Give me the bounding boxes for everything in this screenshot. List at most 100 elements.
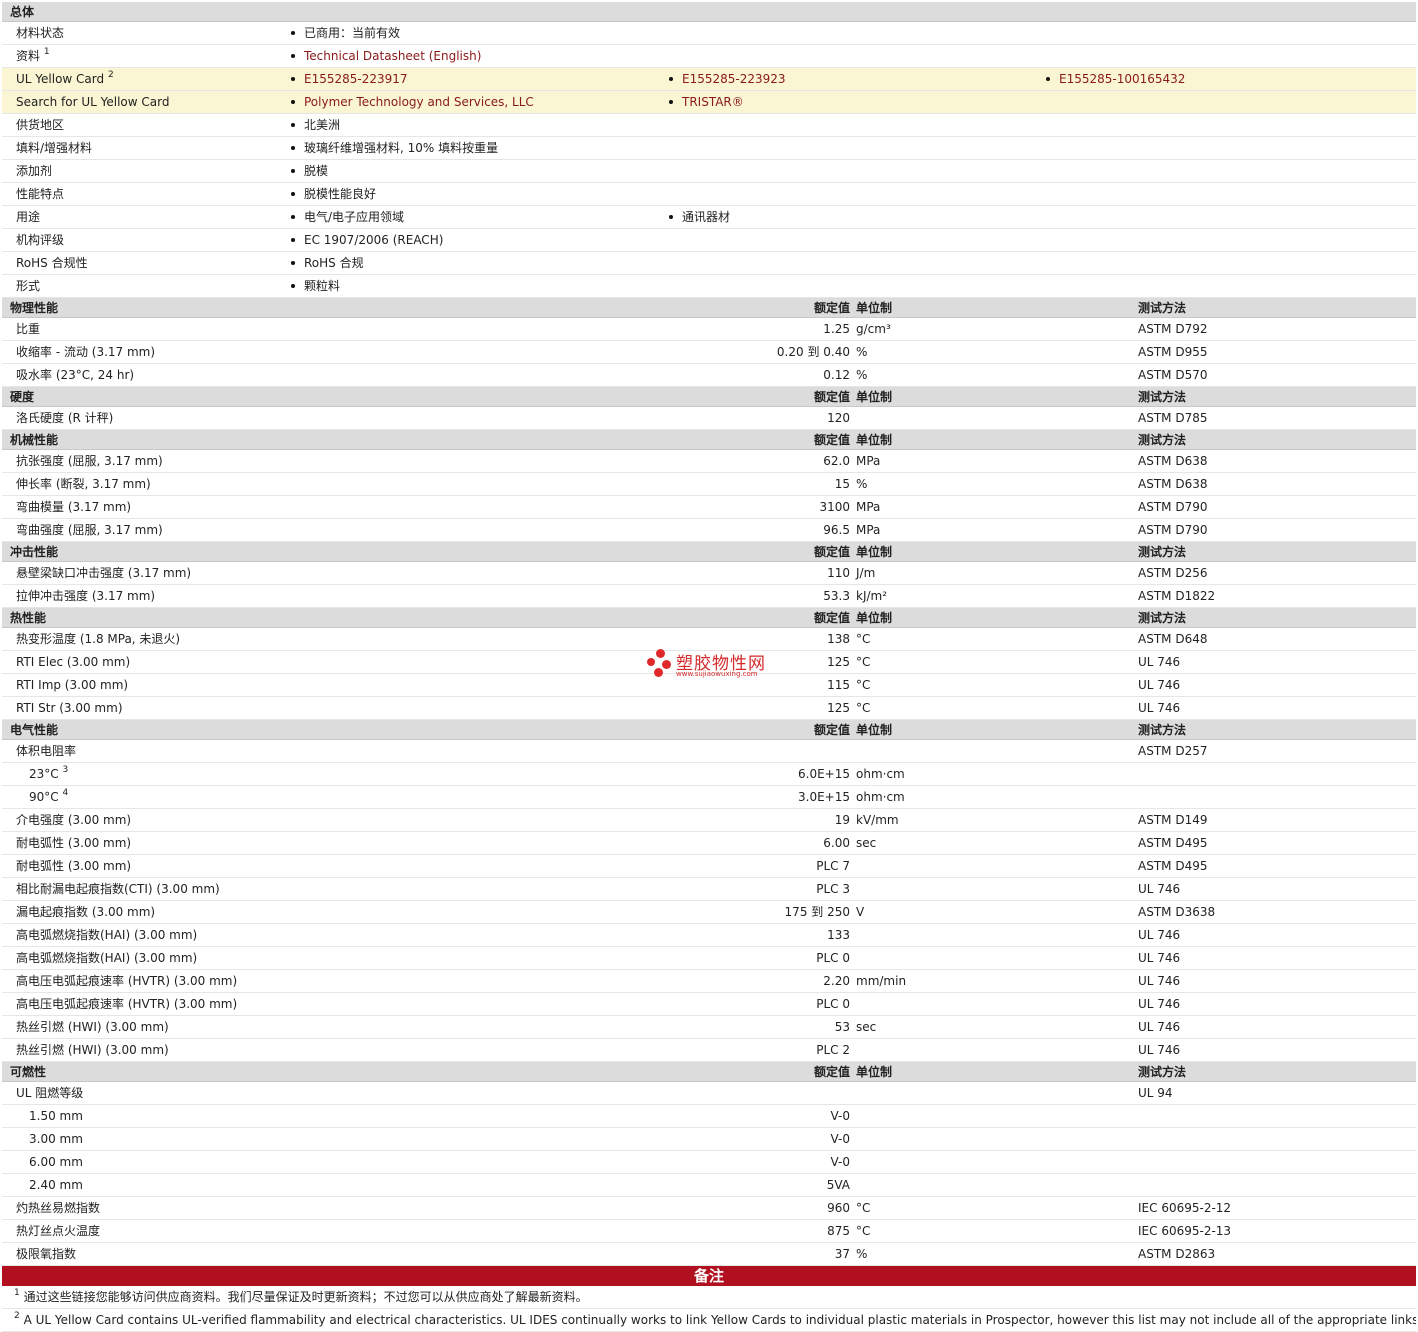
value-link[interactable]: TRISTAR® (682, 95, 744, 109)
footnote-marker[interactable]: 2 (108, 70, 114, 80)
property-value[interactable]: Polymer Technology and Services, LLC (291, 91, 534, 114)
property-label: 弯曲强度 (屈服, 3.17 mm) (16, 519, 163, 542)
test-method: ASTM D495 (1138, 859, 1208, 873)
section-title: 热性能 (10, 611, 47, 625)
bullet-icon (669, 99, 673, 104)
nominal-column-header: 额定值 (813, 723, 850, 737)
nominal-value: 133 (827, 928, 850, 942)
property-label: 高电压电弧起痕速率 (HVTR) (3.00 mm) (16, 970, 237, 993)
property-label-text: 机构评级 (16, 233, 65, 247)
property-row: 高电弧燃烧指数(HAI) (3.00 mm) PLC 0 UL 746 (2, 947, 1416, 970)
nominal-value: 120 (827, 411, 850, 425)
property-value[interactable]: Technical Datasheet (English) (291, 45, 481, 68)
property-value[interactable]: TRISTAR® (669, 91, 744, 114)
method-column-header: 测试方法 (1138, 433, 1187, 447)
test-method: ASTM D570 (1138, 368, 1208, 382)
test-method: ASTM D648 (1138, 632, 1208, 646)
value-link[interactable]: Technical Datasheet (English) (304, 49, 481, 63)
property-row: 灼热丝易燃指数 960 °C IEC 60695-2-12 (2, 1197, 1416, 1220)
property-value: 通讯器材 (669, 206, 730, 229)
property-label-text: 23°C (29, 767, 59, 781)
general-row: 用途 电气/电子应用领域 通讯器材 (2, 206, 1416, 229)
property-row: 悬壁梁缺口冲击强度 (3.17 mm) 110 J/m ASTM D256 (2, 562, 1416, 585)
unit-value: % (856, 345, 868, 359)
property-label-text: 90°C (29, 790, 59, 804)
property-label: 90°C 4 (29, 786, 68, 809)
property-label: 吸水率 (23°C, 24 hr) (16, 364, 134, 387)
footnote-marker[interactable]: 1 (44, 47, 50, 57)
property-label: 热变形温度 (1.8 MPa, 未退火) (16, 628, 180, 651)
property-row: 热丝引燃 (HWI) (3.00 mm) PLC 2 UL 746 (2, 1039, 1416, 1062)
method-column-header: 测试方法 (1138, 545, 1187, 559)
property-label-text: 灼热丝易燃指数 (16, 1201, 101, 1215)
nominal-column-header: 额定值 (813, 1065, 850, 1079)
nominal-column-header: 额定值 (813, 611, 850, 625)
property-label: 形式 (16, 275, 40, 298)
footnote: 1 通过这些链接您能够访问供应商资料。我们尽量保证及时更新资料；不过您可以从供应… (2, 1286, 1416, 1309)
property-label: 耐电弧性 (3.00 mm) (16, 832, 131, 855)
property-row: UL 阻燃等级 UL 94 (2, 1082, 1416, 1105)
footnote-marker[interactable]: 3 (62, 765, 68, 775)
test-method: UL 94 (1138, 1086, 1173, 1100)
property-label-text: 2.40 mm (29, 1178, 83, 1192)
property-label-text: 热变形温度 (1.8 MPa, 未退火) (16, 632, 181, 646)
property-label-text: 介电强度 (3.00 mm) (16, 813, 132, 827)
property-label: 抗张强度 (屈服, 3.17 mm) (16, 450, 163, 473)
property-label-text: 洛氏硬度 (R 计秤) (16, 411, 114, 425)
unit-column-header: 单位制 (856, 723, 893, 737)
bullet-icon (291, 214, 295, 219)
value-text: EC 1907/2006 (REACH) (304, 233, 444, 247)
bullet-icon (291, 145, 295, 150)
unit-column-header: 单位制 (856, 433, 893, 447)
property-label: 1.50 mm (29, 1105, 83, 1128)
unit-value: sec (856, 1020, 877, 1034)
property-row: 体积电阻率 ASTM D257 (2, 740, 1416, 763)
property-value: 脱模 (291, 160, 328, 183)
property-label: RoHS 合规性 (16, 252, 88, 275)
property-row: 伸长率 (断裂, 3.17 mm) 15% ASTM D638 (2, 473, 1416, 496)
property-label: RTI Imp (3.00 mm) (16, 674, 128, 697)
method-column-header: 测试方法 (1138, 1065, 1187, 1079)
footnote-text: 通过这些链接您能够访问供应商资料。我们尽量保证及时更新资料；不过您可以从供应商处… (23, 1290, 588, 1304)
section-title: 冲击性能 (10, 545, 59, 559)
property-value[interactable]: E155285-100165432 (1046, 68, 1185, 91)
footnote-marker[interactable]: 4 (62, 788, 68, 798)
property-row: 耐电弧性 (3.00 mm) PLC 7 ASTM D495 (2, 855, 1416, 878)
section-title: 可燃性 (10, 1065, 47, 1079)
value-link[interactable]: E155285-223917 (304, 72, 408, 86)
test-method: ASTM D2863 (1138, 1247, 1216, 1261)
value-link[interactable]: E155285-223923 (682, 72, 786, 86)
property-label: 介电强度 (3.00 mm) (16, 809, 131, 832)
property-label-text: 抗张强度 (屈服, 3.17 mm) (16, 454, 163, 468)
property-label-text: RTI Elec (3.00 mm) (16, 655, 131, 669)
property-value[interactable]: E155285-223923 (669, 68, 786, 91)
value-text: RoHS 合规 (304, 256, 364, 270)
watermark-dot (656, 649, 665, 658)
unit-value: kV/mm (856, 813, 899, 827)
section-header: 热性能 额定值 单位制 测试方法 (2, 608, 1416, 628)
property-row: 23°C 3 6.0E+15 ohm·cm (2, 763, 1416, 786)
value-link[interactable]: E155285-100165432 (1059, 72, 1185, 86)
test-method: UL 746 (1138, 678, 1181, 692)
value-link[interactable]: Polymer Technology and Services, LLC (304, 95, 534, 109)
property-row: 抗张强度 (屈服, 3.17 mm) 62.0 MPa ASTM D638 (2, 450, 1416, 473)
bullet-icon (669, 76, 673, 81)
property-label: 性能特点 (16, 183, 64, 206)
nominal-value: 2.20 (823, 974, 850, 988)
property-value[interactable]: E155285-223917 (291, 68, 408, 91)
property-label: 高电压电弧起痕速率 (HVTR) (3.00 mm) (16, 993, 237, 1016)
nominal-value: V-0 (830, 1132, 850, 1146)
property-label-text: 拉伸冲击强度 (3.17 mm) (16, 589, 156, 603)
property-label-text: 1.50 mm (29, 1109, 83, 1123)
unit-column-header: 单位制 (856, 611, 893, 625)
property-label-text: 体积电阻率 (16, 744, 77, 758)
value-text: 北美洲 (304, 118, 341, 132)
section-title: 总体 (10, 5, 35, 19)
nominal-value: 62.0 (823, 454, 850, 468)
property-row: 90°C 4 3.0E+15 ohm·cm (2, 786, 1416, 809)
nominal-column-header: 额定值 (813, 390, 850, 404)
property-label: 漏电起痕指数 (3.00 mm) (16, 901, 155, 924)
section-title: 电气性能 (10, 723, 59, 737)
test-method: ASTM D638 (1138, 477, 1208, 491)
unit-value: sec (856, 836, 877, 850)
